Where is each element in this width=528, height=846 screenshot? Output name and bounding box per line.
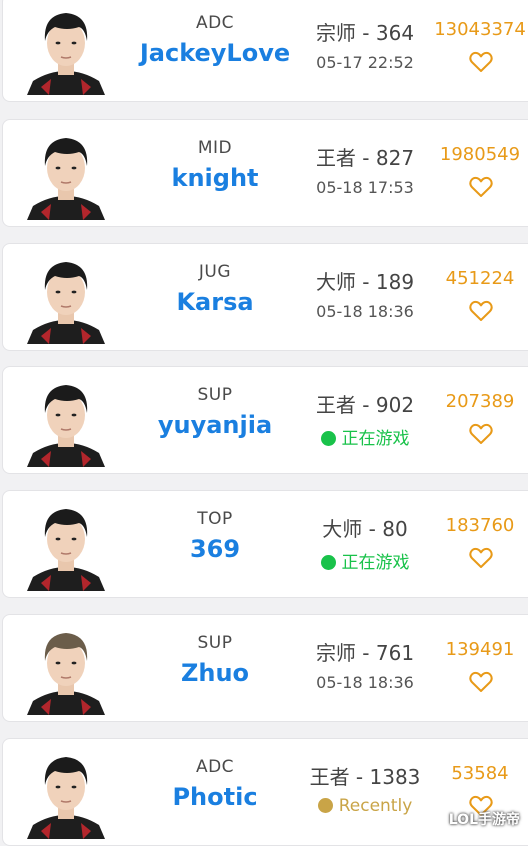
player-score: 53584 <box>451 763 509 784</box>
player-rank: 王者 - 827 <box>315 146 415 170</box>
player-role: TOP <box>197 509 233 529</box>
last-played-time: 05-17 22:52 <box>316 53 414 72</box>
player-avatar[interactable] <box>19 250 113 344</box>
player-role: ADC <box>195 757 235 777</box>
heart-icon[interactable] <box>469 51 493 73</box>
player-score: 207389 <box>445 391 515 412</box>
in-game-status: 正在游戏 <box>303 424 427 449</box>
player-avatar[interactable] <box>19 497 113 591</box>
player-rank: 大师 - 189 <box>315 270 415 294</box>
status-dot-icon <box>317 798 333 813</box>
player-name[interactable]: Photic <box>115 783 315 811</box>
heart-icon[interactable] <box>469 300 493 322</box>
player-score: 183760 <box>445 515 515 536</box>
player-role: MID <box>197 138 233 158</box>
status-dot-icon <box>320 431 336 446</box>
status-dot-icon <box>320 555 336 570</box>
player-name[interactable]: knight <box>115 164 315 192</box>
player-avatar[interactable] <box>19 1 113 95</box>
heart-icon[interactable] <box>469 423 493 445</box>
player-name[interactable]: JackeyLove <box>115 39 315 67</box>
heart-icon[interactable] <box>469 547 493 569</box>
player-score: 139491 <box>445 639 515 660</box>
player-avatar[interactable] <box>19 745 113 839</box>
player-score: 13043374 <box>434 19 526 40</box>
player-rank: 宗师 - 364 <box>315 21 415 45</box>
player-score: 1980549 <box>439 144 521 165</box>
heart-icon[interactable] <box>469 176 493 198</box>
player-role: SUP <box>197 385 233 405</box>
player-rank: 宗师 - 761 <box>315 641 415 665</box>
watermark: LOL手游帝 <box>448 812 520 828</box>
heart-icon[interactable] <box>469 671 493 693</box>
player-avatar[interactable] <box>19 621 113 715</box>
player-card[interactable]: SUP Zhuo 宗师 - 761 05-18 18:36 139491 <box>2 614 528 722</box>
player-card[interactable]: ADC JackeyLove 宗师 - 364 05-17 22:52 1304… <box>2 0 528 102</box>
player-card[interactable]: SUP yuyanjia 王者 - 902 正在游戏 207389 <box>2 366 528 474</box>
player-avatar[interactable] <box>19 373 113 467</box>
player-rank: 王者 - 902 <box>315 393 415 417</box>
player-name[interactable]: 369 <box>115 535 315 563</box>
recent-status: Recently <box>303 796 427 816</box>
player-name[interactable]: yuyanjia <box>115 411 315 439</box>
player-role: SUP <box>197 633 233 653</box>
status-label: Recently <box>338 796 413 816</box>
player-name[interactable]: Zhuo <box>115 659 315 687</box>
last-played-time: 05-18 17:53 <box>316 178 414 197</box>
player-name[interactable]: Karsa <box>115 288 315 316</box>
last-played-time: 05-18 18:36 <box>316 673 414 692</box>
in-game-status: 正在游戏 <box>303 548 427 573</box>
player-rank: 王者 - 1383 <box>309 765 421 789</box>
player-card[interactable]: JUG Karsa 大师 - 189 05-18 18:36 451224 <box>2 243 528 351</box>
player-card[interactable]: TOP 369 大师 - 80 正在游戏 183760 <box>2 490 528 598</box>
player-role: JUG <box>198 262 232 282</box>
player-card[interactable]: MID knight 王者 - 827 05-18 17:53 1980549 <box>2 119 528 227</box>
player-avatar[interactable] <box>19 126 113 220</box>
status-label: 正在游戏 <box>341 429 410 449</box>
player-card[interactable]: ADC Photic 王者 - 1383 Recently 53584 <box>2 738 528 846</box>
status-label: 正在游戏 <box>341 553 410 573</box>
player-score: 451224 <box>445 268 515 289</box>
player-role: ADC <box>195 13 235 33</box>
player-rank: 大师 - 80 <box>322 517 408 541</box>
last-played-time: 05-18 18:36 <box>316 302 414 321</box>
